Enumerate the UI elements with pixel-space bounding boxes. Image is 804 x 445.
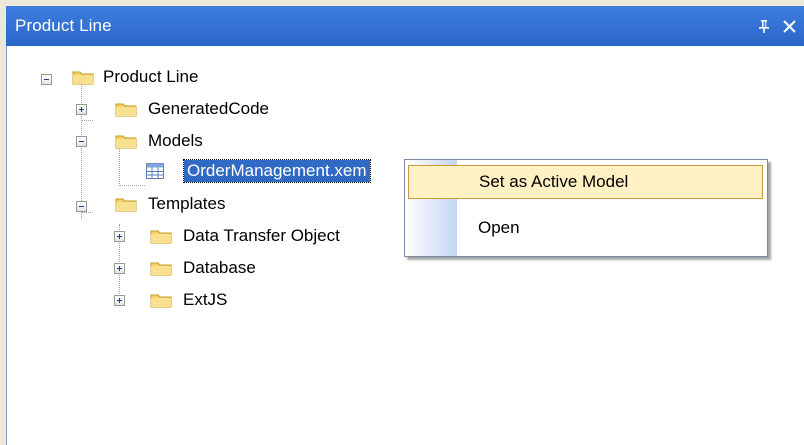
tree-line (119, 185, 145, 187)
tree-item-label: ExtJS (183, 290, 228, 309)
pin-icon (759, 20, 769, 33)
tree-item-data-transfer-object[interactable]: Data Transfer Object (7, 223, 407, 249)
expand-toggle[interactable] (114, 295, 125, 306)
tree-item-label: Models (148, 131, 203, 150)
tree-item-label: Product Line (103, 67, 199, 86)
menu-item-label: Set as Active Model (479, 172, 629, 191)
menu-item-open[interactable]: Open (408, 212, 763, 246)
folder-icon (72, 71, 94, 85)
expand-toggle[interactable] (76, 104, 87, 115)
menu-item-label: Open (478, 218, 520, 237)
tree-item-label: Templates (148, 194, 226, 213)
collapse-toggle[interactable] (41, 74, 52, 85)
folder-icon (115, 198, 137, 212)
close-icon (782, 19, 796, 33)
close-button[interactable] (778, 14, 800, 38)
window-title: Product Line (15, 16, 112, 35)
folder-icon (150, 262, 172, 276)
tree-item-label: Database (183, 258, 256, 277)
tree-item-label: Data Transfer Object (183, 226, 340, 245)
pin-button[interactable] (753, 14, 775, 38)
context-menu: Set as Active Model Open (404, 159, 768, 257)
table-file-icon (146, 163, 164, 179)
expand-toggle[interactable] (114, 231, 125, 242)
folder-icon (115, 103, 137, 117)
tree-item-templates[interactable]: Templates (7, 191, 307, 217)
folder-icon (150, 294, 172, 308)
folder-icon (150, 230, 172, 244)
menu-item-set-as-active-model[interactable]: Set as Active Model (408, 165, 763, 199)
collapse-toggle[interactable] (76, 201, 87, 212)
tree-item-database[interactable]: Database (7, 255, 307, 281)
collapse-toggle[interactable] (76, 136, 87, 147)
tree-item-extjs[interactable]: ExtJS (7, 287, 307, 313)
tree-item-ordermanagement[interactable]: OrderManagement.xem (7, 159, 427, 185)
tree-item-generatedcode[interactable]: GeneratedCode (7, 96, 307, 122)
folder-icon (115, 135, 137, 149)
tree-item-label: GeneratedCode (148, 99, 269, 118)
expand-toggle[interactable] (114, 263, 125, 274)
tree-item-label: OrderManagement.xem (183, 159, 371, 183)
title-bar[interactable]: Product Line (6, 6, 804, 46)
tree-item-models[interactable]: Models (7, 128, 307, 154)
tree-item-product-line[interactable]: Product Line (7, 64, 307, 90)
